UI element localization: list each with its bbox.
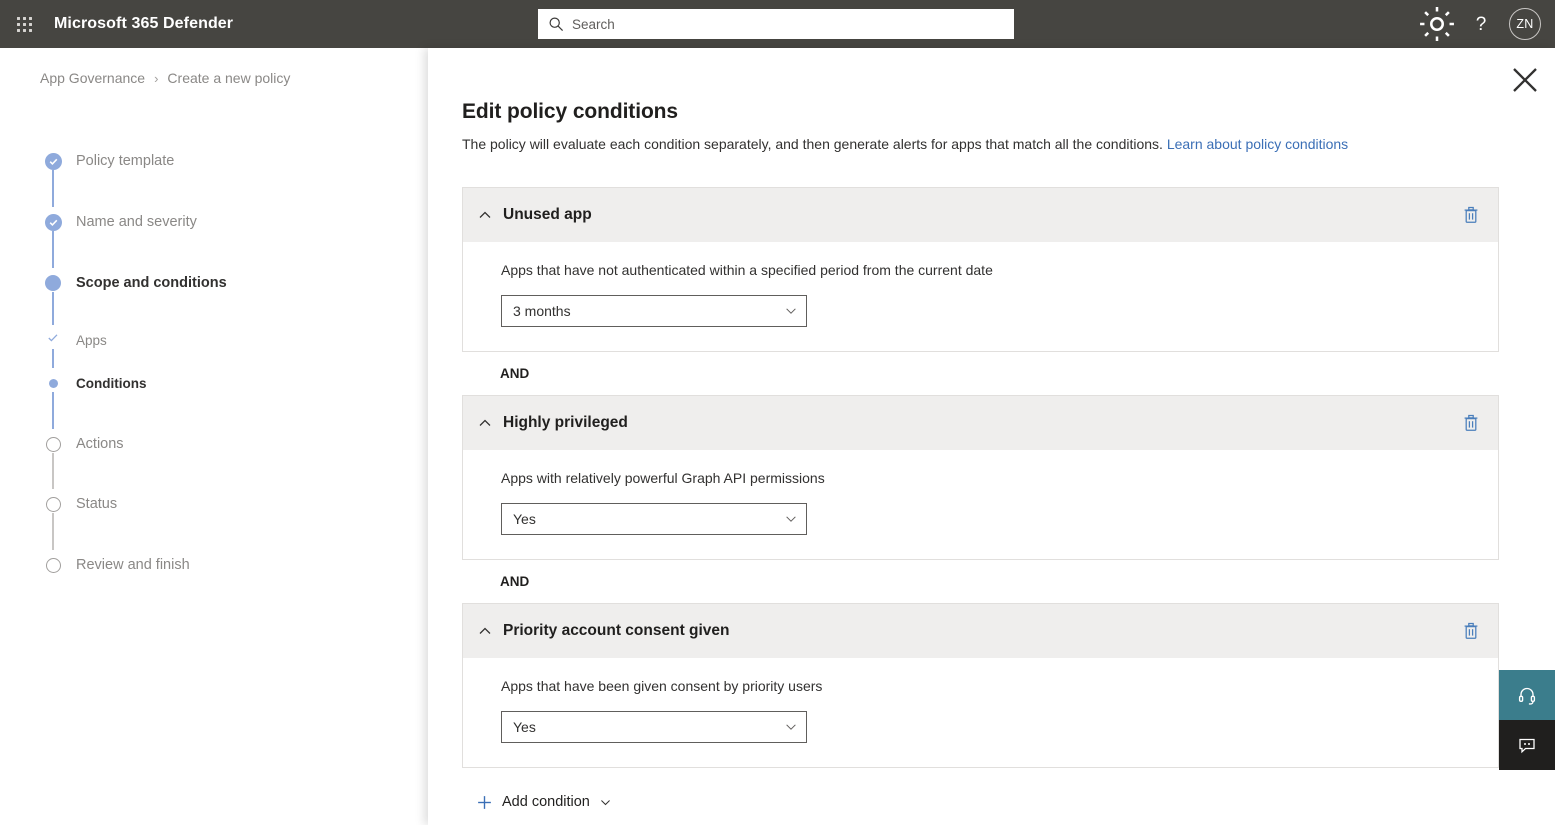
wizard-step-actions[interactable]: Actions — [44, 429, 124, 459]
condition-body: Apps that have not authenticated within … — [463, 242, 1498, 351]
defender-app-window: Microsoft 365 Defender ? ZN App Governan… — [0, 0, 1555, 825]
trash-icon[interactable] — [1456, 616, 1486, 646]
wizard-step-label: Actions — [76, 436, 124, 452]
condition-title: Highly privileged — [503, 414, 628, 432]
condition-body: Apps that have been given consent by pri… — [463, 658, 1498, 767]
chevron-down-icon — [784, 720, 798, 734]
close-glyph — [1509, 64, 1541, 96]
wizard-step-name-and-severity[interactable]: Name and severity — [44, 207, 197, 237]
wizard-connector — [52, 511, 54, 550]
wizard-connector — [52, 229, 54, 268]
condition-title: Priority account consent given — [503, 622, 730, 640]
add-condition-label: Add condition — [502, 794, 590, 810]
app-launcher-waffle-icon[interactable] — [0, 0, 48, 48]
headset-glyph — [1517, 685, 1537, 705]
step-complete-check-icon — [44, 213, 62, 231]
wizard-connector — [52, 347, 54, 368]
condition-header[interactable]: Priority account consent given — [463, 604, 1498, 658]
step-complete-check-icon — [44, 152, 62, 170]
panel-content: Edit policy conditions The policy will e… — [428, 48, 1555, 825]
wizard-connector — [52, 451, 54, 489]
condition-description: Apps that have not authenticated within … — [501, 262, 1480, 278]
condition-card: Unused app Apps that have not authenticat… — [462, 187, 1499, 352]
chevron-up-icon — [477, 415, 493, 431]
help-glyph: ? — [1476, 15, 1487, 34]
suite-header-actions: ? ZN — [1415, 0, 1547, 48]
condition-description: Apps that have been given consent by pri… — [501, 678, 1480, 694]
page-title: Edit policy conditions — [462, 100, 1499, 124]
wizard-connector — [52, 168, 54, 207]
condition-header[interactable]: Highly privileged — [463, 396, 1498, 450]
gear-glyph — [1415, 2, 1459, 46]
condition-value-dropdown[interactable]: Yes — [501, 503, 807, 535]
conditions-list: Unused app Apps that have not authenticat… — [462, 187, 1499, 768]
step-current-dot-icon — [44, 274, 62, 292]
panel-description: The policy will evaluate each condition … — [462, 135, 1499, 154]
wizard-step-label: Conditions — [76, 376, 147, 391]
breadcrumb-root[interactable]: App Governance — [40, 70, 145, 86]
dropdown-selected-value: 3 months — [513, 303, 571, 319]
wizard-step-status[interactable]: Status — [44, 489, 117, 519]
chevron-up-icon — [477, 623, 493, 639]
headset-icon[interactable] — [1499, 670, 1555, 720]
trash-icon[interactable] — [1456, 408, 1486, 438]
question-mark-icon[interactable]: ? — [1459, 0, 1503, 48]
wizard-step-label: Name and severity — [76, 214, 197, 230]
condition-body: Apps with relatively powerful Graph API … — [463, 450, 1498, 559]
step-pending-circle-icon — [44, 435, 62, 453]
step-pending-circle-icon — [44, 495, 62, 513]
condition-title: Unused app — [503, 206, 592, 224]
chevron-up-icon — [477, 207, 493, 223]
suite-title: Microsoft 365 Defender — [54, 15, 233, 33]
substep-current-dot-icon — [44, 374, 62, 392]
global-search-box[interactable] — [538, 9, 1014, 39]
dropdown-selected-value: Yes — [513, 719, 536, 735]
avatar[interactable]: ZN — [1509, 8, 1541, 40]
feedback-glyph — [1517, 735, 1537, 755]
condition-value-dropdown[interactable]: 3 months — [501, 295, 807, 327]
wizard-step-label: Review and finish — [76, 557, 190, 573]
and-separator-label: AND — [462, 352, 1499, 395]
learn-about-policy-conditions-link[interactable]: Learn about policy conditions — [1167, 136, 1348, 152]
condition-card: Priority account consent given Apps that … — [462, 603, 1499, 768]
wizard-step-label: Apps — [76, 333, 107, 348]
dropdown-selected-value: Yes — [513, 511, 536, 527]
suite-header-bar: Microsoft 365 Defender ? ZN — [0, 0, 1555, 48]
close-icon[interactable] — [1509, 64, 1541, 96]
wizard-step-label: Policy template — [76, 153, 174, 169]
breadcrumb: App Governance › Create a new policy — [40, 70, 290, 86]
step-pending-circle-icon — [44, 556, 62, 574]
search-icon — [548, 16, 564, 32]
wizard-step-rail: Policy template Name and severity Scope an… — [44, 146, 374, 550]
feedback-chat-icon[interactable] — [1499, 720, 1555, 770]
add-condition-button[interactable]: Add condition — [476, 794, 612, 811]
gear-icon[interactable] — [1415, 0, 1459, 48]
condition-card: Highly privileged Apps with relatively po… — [462, 395, 1499, 560]
waffle-grid — [17, 17, 32, 32]
chevron-down-icon — [599, 796, 612, 809]
floating-side-widgets — [1499, 670, 1555, 770]
wizard-step-review-and-finish[interactable]: Review and finish — [44, 550, 190, 580]
condition-header[interactable]: Unused app — [463, 188, 1498, 242]
search-input[interactable] — [572, 17, 1004, 32]
wizard-connector — [52, 390, 54, 429]
breadcrumb-separator-icon: › — [154, 71, 158, 86]
wizard-step-conditions[interactable]: Conditions — [44, 368, 147, 398]
wizard-connector — [52, 290, 54, 325]
edit-policy-conditions-panel: Edit policy conditions The policy will e… — [428, 48, 1555, 825]
and-separator-label: AND — [462, 560, 1499, 603]
chevron-down-icon — [784, 512, 798, 526]
condition-description: Apps with relatively powerful Graph API … — [501, 470, 1480, 486]
wizard-step-label: Scope and conditions — [76, 275, 227, 291]
breadcrumb-current: Create a new policy — [167, 70, 290, 86]
wizard-step-policy-template[interactable]: Policy template — [44, 146, 174, 176]
trash-icon[interactable] — [1456, 200, 1486, 230]
substep-complete-check-icon — [44, 331, 62, 349]
chevron-down-icon — [784, 304, 798, 318]
panel-description-text: The policy will evaluate each condition … — [462, 136, 1163, 152]
wizard-step-label: Status — [76, 496, 117, 512]
condition-value-dropdown[interactable]: Yes — [501, 711, 807, 743]
wizard-step-scope-and-conditions[interactable]: Scope and conditions — [44, 268, 227, 298]
plus-icon — [476, 794, 493, 811]
